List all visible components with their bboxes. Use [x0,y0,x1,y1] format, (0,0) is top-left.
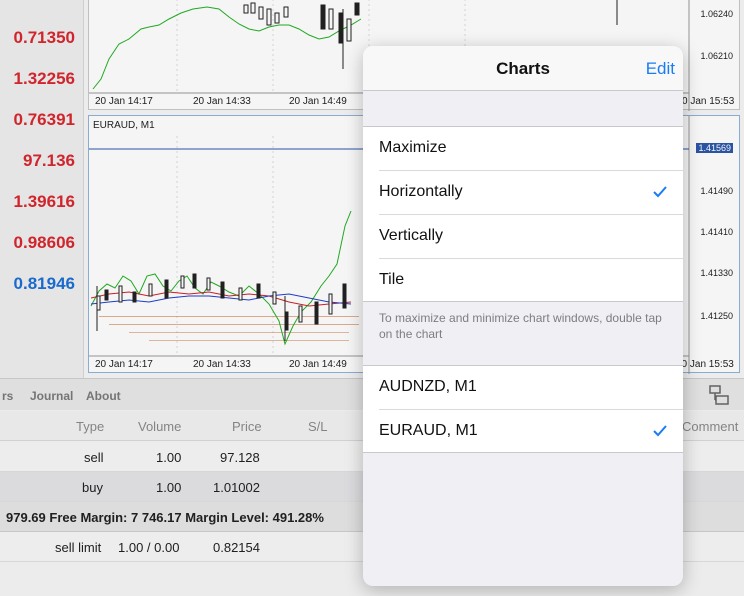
chart-list-group: AUDNZD, M1 EURAUD, M1 [363,365,683,453]
option-label: AUDNZD, M1 [379,378,477,395]
edit-button[interactable]: Edit [646,59,675,79]
checkmark-icon [653,425,667,437]
popover-title: Charts [496,59,550,78]
option-maximize[interactable]: Maximize [363,127,683,171]
chart-item-audnzd[interactable]: AUDNZD, M1 [363,366,683,410]
option-vertically[interactable]: Vertically [363,215,683,259]
layout-options-group: Maximize Horizontally Vertically Tile [363,126,683,302]
popover-header: Charts Edit [363,46,683,91]
option-label: Maximize [379,139,447,156]
checkmark-icon [653,186,667,198]
option-label: Vertically [379,227,444,244]
option-label: Tile [379,271,405,288]
option-label: EURAUD, M1 [379,422,478,439]
charts-popover: Charts Edit Maximize Horizontally Vertic… [363,46,683,586]
terminal-app: 0.71350 1.32256 0.76391 97.136 1.39616 0… [0,0,744,596]
hint-text: To maximize and minimize chart windows, … [379,311,662,341]
chart-item-euraud[interactable]: EURAUD, M1 [363,410,683,454]
option-tile[interactable]: Tile [363,259,683,303]
option-label: Horizontally [379,183,463,200]
option-horizontally[interactable]: Horizontally [363,171,683,215]
